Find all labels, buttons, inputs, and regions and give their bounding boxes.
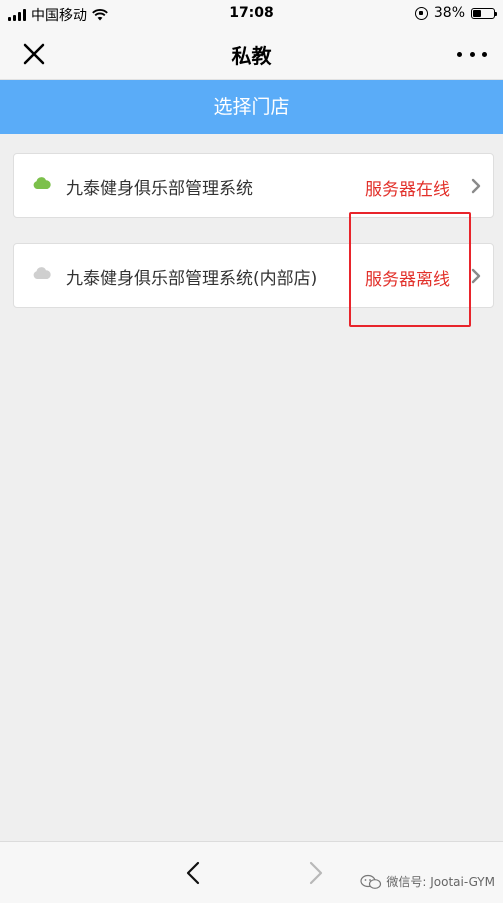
chevron-right-icon[interactable] [306,860,326,886]
chevron-left-icon[interactable] [183,860,203,886]
store-item[interactable]: 九泰健身俱乐部管理系统 服务器在线 [13,153,494,218]
highlight-box [349,212,471,327]
chevron-right-icon [471,268,481,284]
page-title: 私教 [231,44,272,68]
bottom-toolbar: 微信号: Jootai-GYM [0,841,503,903]
wechat-icon [360,874,382,889]
battery-percent: 38% [433,5,465,21]
chevron-right-icon [471,178,481,194]
watermark: 微信号: Jootai-GYM [360,873,495,890]
rotation-lock-icon [414,6,428,20]
store-name: 九泰健身俱乐部管理系统 [66,179,253,199]
section-header: 选择门店 [0,80,503,134]
server-status: 服务器在线 [365,180,450,200]
nav-bar: 私教 [0,28,503,80]
watermark-text: 微信号: Jootai-GYM [386,875,495,889]
more-icon[interactable] [457,42,487,66]
cloud-icon [33,177,51,189]
cloud-icon [33,267,51,279]
battery-fill [473,9,481,17]
store-name: 九泰健身俱乐部管理系统(内部店) [66,269,318,289]
status-bar: 中国移动 17:08 38% [0,0,503,28]
status-right: 38% [414,5,497,21]
battery-icon [471,7,497,19]
